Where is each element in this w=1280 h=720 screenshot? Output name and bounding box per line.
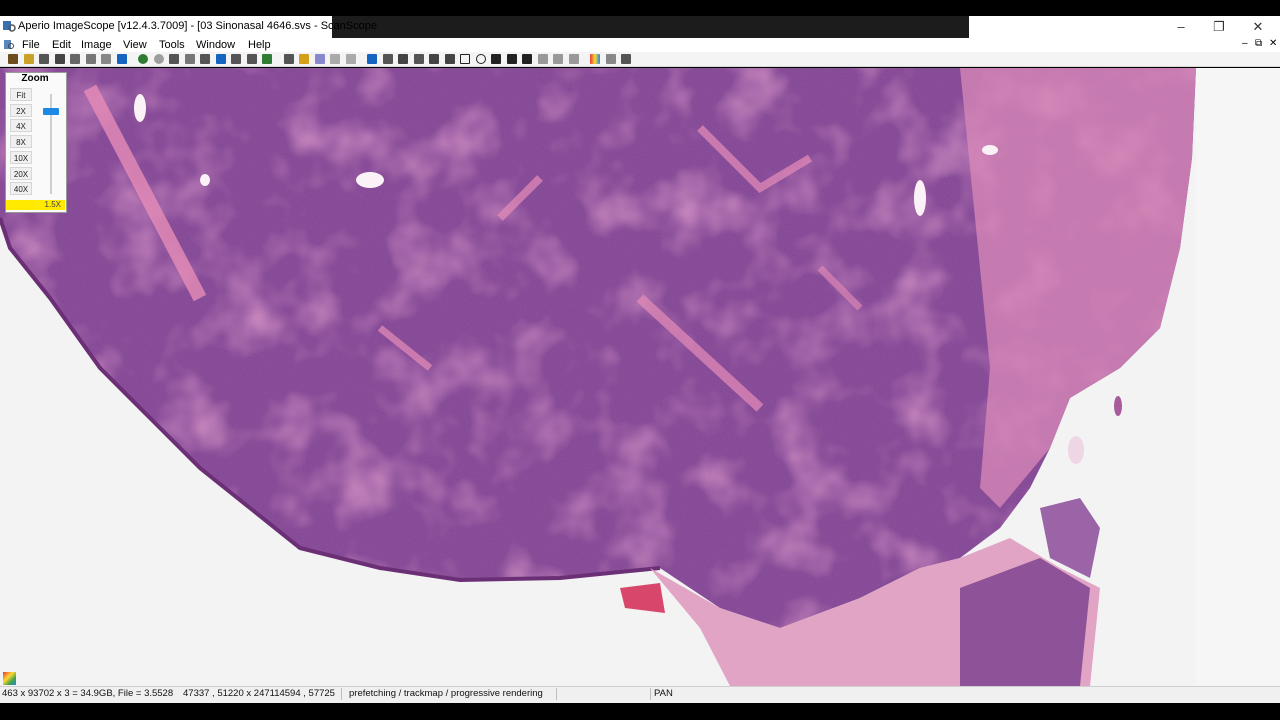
ruler2-icon[interactable] [444, 54, 455, 64]
select-region-icon[interactable] [200, 54, 210, 64]
zoom-panel-title: Zoom [21, 73, 49, 84]
pan-tool-icon[interactable] [367, 54, 377, 64]
open-folder-icon[interactable] [8, 54, 18, 64]
ellipse-icon[interactable] [475, 54, 486, 64]
pen-icon[interactable] [283, 54, 294, 64]
highlight-icon[interactable] [299, 54, 309, 64]
print-icon[interactable] [54, 54, 65, 64]
menu-file[interactable]: File [22, 38, 40, 52]
color-icon[interactable] [590, 54, 600, 64]
layers2-icon[interactable] [553, 54, 563, 64]
bookmark-icon[interactable] [215, 54, 226, 64]
zoom-4x-button[interactable]: 4X [10, 119, 32, 132]
folder-icon[interactable] [23, 54, 34, 64]
copy-view-icon[interactable] [231, 54, 241, 64]
zoom-2x-button[interactable]: 2X [10, 104, 32, 117]
mdi-close-button[interactable]: ✕ [1269, 38, 1277, 50]
mdi-minimize-button[interactable]: – [1242, 38, 1248, 50]
zoom-fit-button[interactable]: Fit [10, 88, 32, 101]
menu-help[interactable]: Help [248, 38, 271, 52]
slide-tissue-image [0, 68, 1280, 686]
arrow-tool-icon[interactable] [413, 54, 424, 64]
snapshot-icon[interactable] [262, 54, 272, 64]
zoom-slider-thumb[interactable] [43, 108, 59, 115]
brush-icon[interactable] [314, 54, 325, 64]
mdi-restore-button[interactable]: ⧉ [1255, 38, 1262, 50]
navigate-icon[interactable] [169, 54, 179, 64]
settings-icon[interactable] [605, 54, 616, 64]
redo-icon[interactable] [345, 54, 356, 64]
layers3-icon[interactable] [568, 54, 579, 64]
app-icon [3, 21, 16, 32]
print-preview-icon[interactable] [70, 54, 80, 64]
rectangle-icon[interactable] [460, 54, 470, 64]
select-tool-icon[interactable] [382, 54, 393, 64]
undo-icon[interactable] [330, 54, 340, 64]
annotation-icon[interactable] [398, 54, 408, 64]
menu-tools[interactable]: Tools [159, 38, 185, 52]
menu-edit[interactable]: Edit [52, 38, 71, 52]
status-divider [650, 688, 651, 700]
line-icon[interactable] [491, 54, 501, 64]
menu-bar [0, 38, 1280, 52]
refresh-icon[interactable] [184, 54, 195, 64]
status-rendering: prefetching / trackmap / progressive ren… [349, 688, 543, 699]
zoom-10x-button[interactable]: 10X [10, 151, 32, 164]
minimize-button[interactable]: – [1163, 17, 1199, 37]
zoom-current-level: 1.5X [6, 200, 65, 210]
slide-viewer[interactable] [0, 68, 1280, 686]
zoom-40x-button[interactable]: 40X [10, 182, 32, 195]
menu-window[interactable]: Window [196, 38, 235, 52]
magnify-icon[interactable] [246, 54, 257, 64]
document-icon [4, 40, 14, 49]
tree-icon[interactable] [85, 54, 96, 64]
help-icon[interactable] [621, 54, 631, 64]
layers-icon[interactable] [537, 54, 548, 64]
ruler-icon[interactable] [429, 54, 439, 64]
menu-image[interactable]: Image [81, 38, 112, 52]
stop-icon[interactable] [153, 54, 164, 64]
zoom-8x-button[interactable]: 8X [10, 135, 32, 148]
go-icon[interactable] [138, 54, 148, 64]
list-icon[interactable] [522, 54, 532, 64]
status-coordinates: 47337 , 51220 x 247114594 , 57725 [183, 688, 335, 699]
menu-view[interactable]: View [123, 38, 147, 52]
info-icon[interactable] [116, 54, 127, 64]
window-title: Aperio ImageScope [v12.4.3.7009] - [03 S… [18, 20, 377, 32]
title-bar-dark-region [332, 16, 969, 38]
close-button[interactable]: ✕ [1240, 17, 1276, 37]
viewer-empty-area [1196, 68, 1280, 686]
color-swatch-icon [3, 672, 16, 685]
status-divider [556, 688, 557, 700]
camera-icon[interactable] [39, 54, 49, 64]
status-dimensions: 463 x 93702 x 3 = 34.9GB, File = 3.5528 [2, 688, 174, 699]
maximize-button[interactable]: ❐ [1201, 17, 1237, 37]
status-divider [341, 688, 342, 700]
grid-icon[interactable] [506, 54, 517, 64]
expand-icon[interactable] [101, 54, 111, 64]
status-mode: PAN [654, 688, 673, 699]
zoom-20x-button[interactable]: 20X [10, 167, 32, 180]
